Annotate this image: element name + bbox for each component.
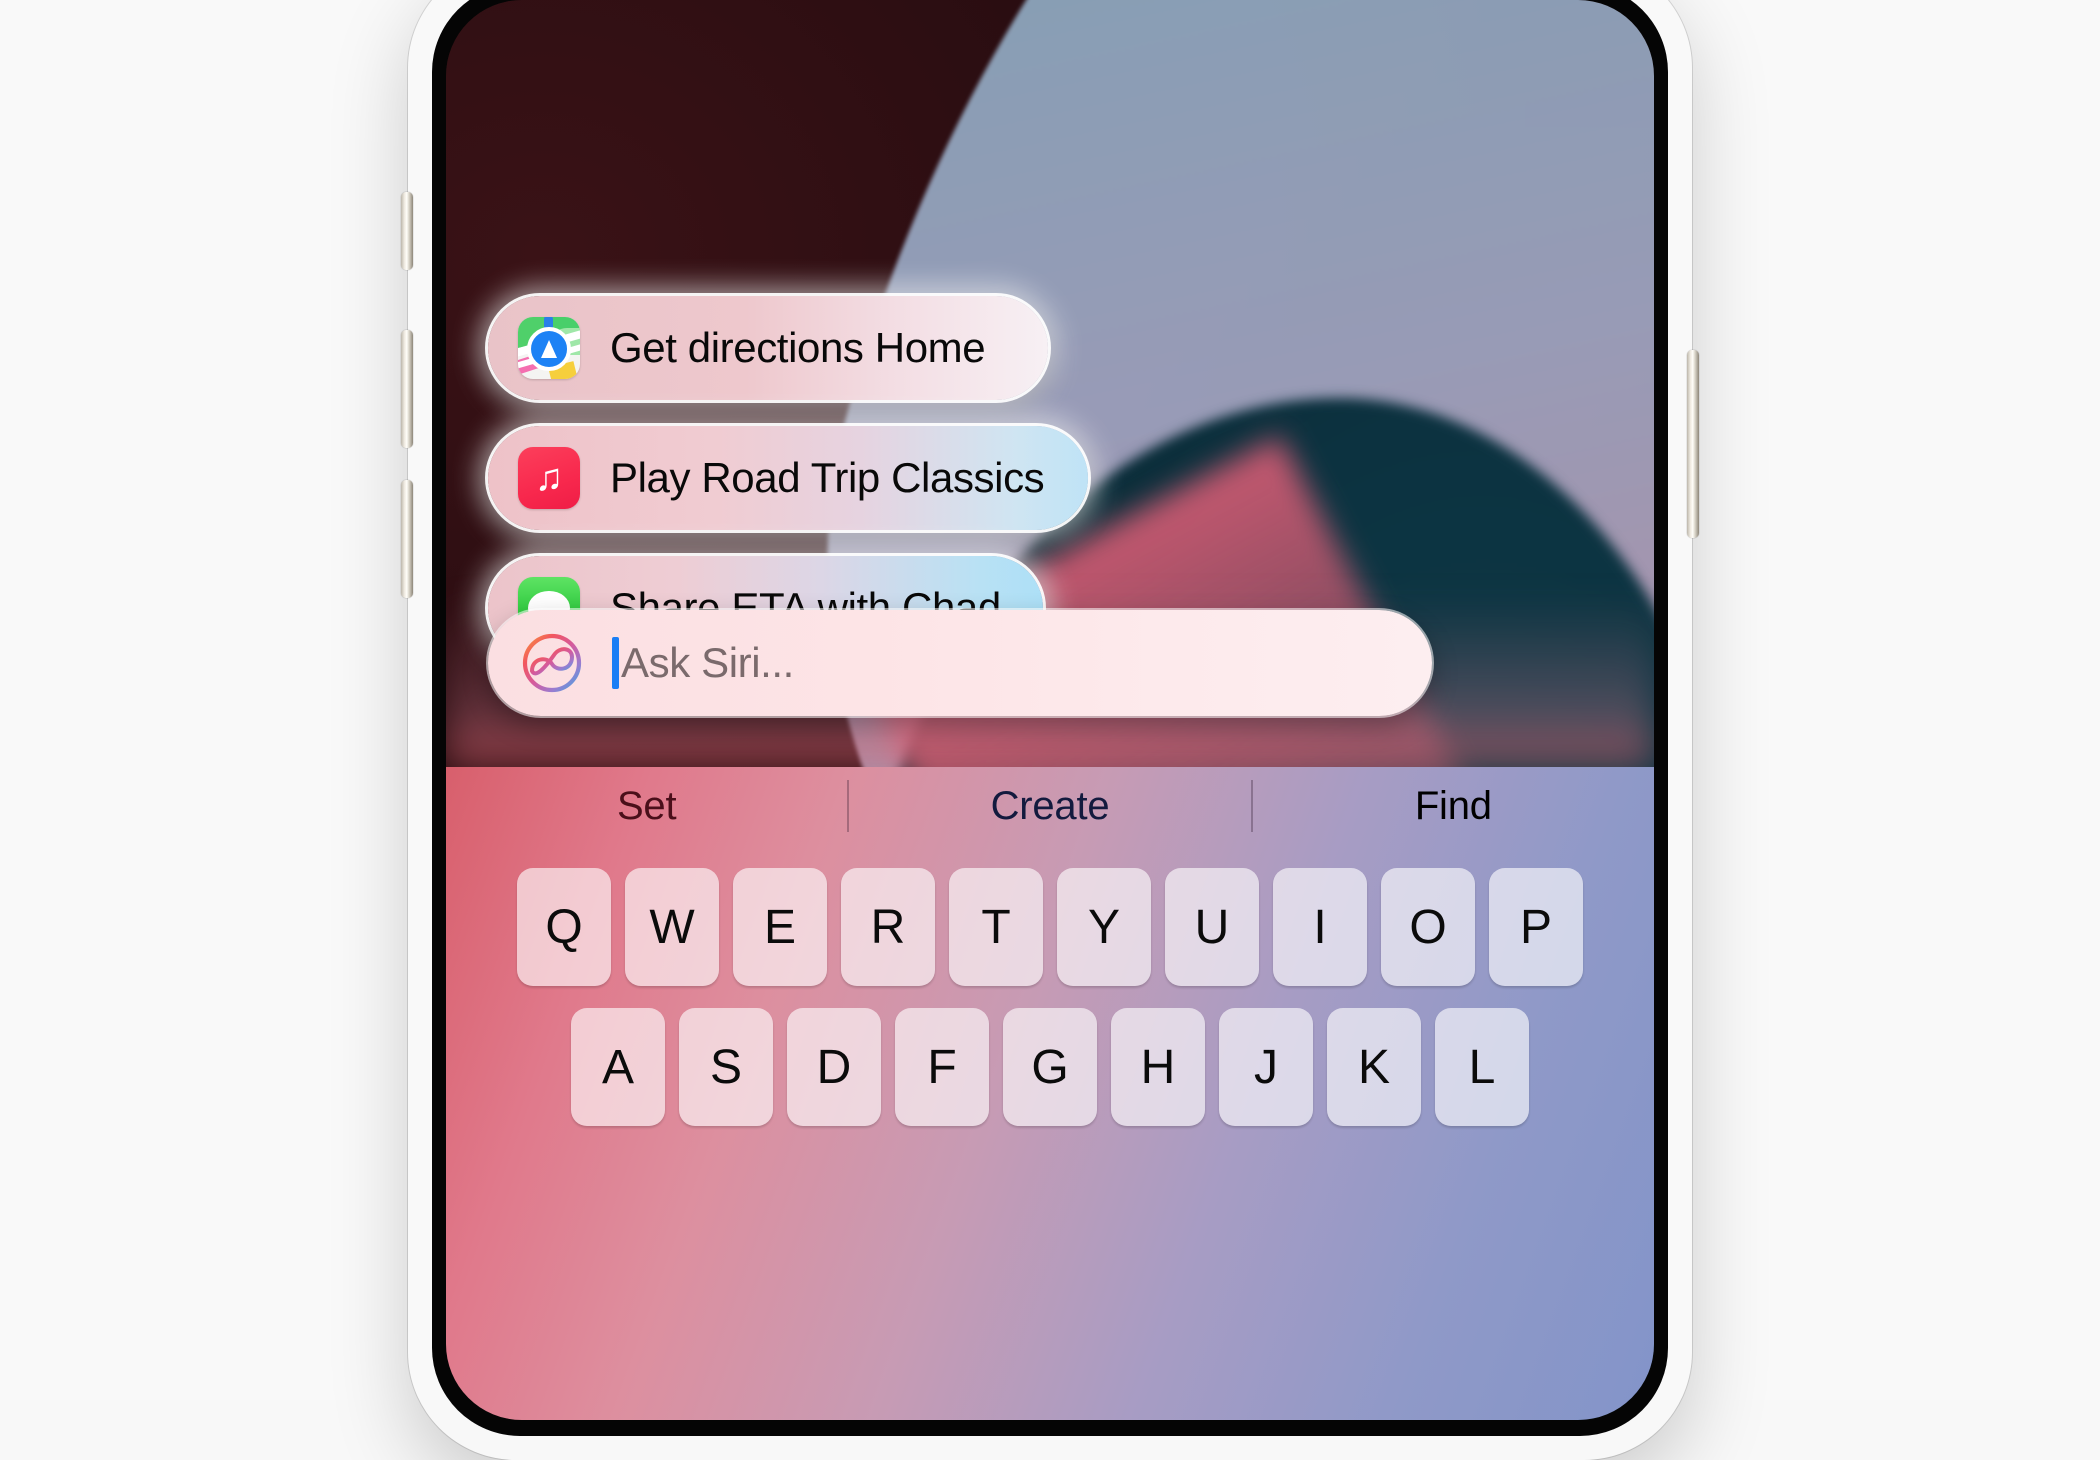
music-icon: ♫: [518, 447, 580, 509]
volume-up-button[interactable]: [401, 330, 413, 448]
key-f[interactable]: F: [895, 1008, 989, 1126]
suggestion-chip-play-road-trip-classics[interactable]: ♫ Play Road Trip Classics: [488, 426, 1088, 530]
key-k[interactable]: K: [1327, 1008, 1421, 1126]
key-o[interactable]: O: [1381, 868, 1475, 986]
key-t[interactable]: T: [949, 868, 1043, 986]
maps-icon: [518, 317, 580, 379]
key-e[interactable]: E: [733, 868, 827, 986]
key-i[interactable]: I: [1273, 868, 1367, 986]
key-j[interactable]: J: [1219, 1008, 1313, 1126]
phone-device-frame: Get directions Home ♫ Play Road Trip Cla…: [401, 0, 1699, 1460]
key-g[interactable]: G: [1003, 1008, 1097, 1126]
suggestion-label: Play Road Trip Classics: [610, 454, 1045, 501]
predictive-text-bar: Set Create Find: [446, 760, 1654, 852]
key-d[interactable]: D: [787, 1008, 881, 1126]
prediction-label: Set: [616, 783, 677, 828]
key-u[interactable]: U: [1165, 868, 1259, 986]
key-y[interactable]: Y: [1057, 868, 1151, 986]
prediction-create[interactable]: Create: [849, 784, 1250, 829]
ask-siri-placeholder: Ask Siri...: [621, 639, 794, 686]
key-a[interactable]: A: [571, 1008, 665, 1126]
prediction-find[interactable]: Find: [1253, 784, 1654, 829]
keyboard-row-top: Q W E R T Y U I O P: [446, 868, 1654, 986]
screenshot-canvas: Get directions Home ♫ Play Road Trip Cla…: [0, 0, 2100, 1436]
key-q[interactable]: Q: [517, 868, 611, 986]
volume-down-button[interactable]: [401, 480, 413, 598]
key-l[interactable]: L: [1435, 1008, 1529, 1126]
power-button[interactable]: [1687, 350, 1699, 538]
key-r[interactable]: R: [841, 868, 935, 986]
suggestion-label: Get directions Home: [610, 324, 986, 371]
key-h[interactable]: H: [1111, 1008, 1205, 1126]
onscreen-keyboard: Q W E R T Y U I O P A S D F G H J K L: [446, 852, 1654, 1420]
key-p[interactable]: P: [1489, 868, 1583, 986]
keyboard-row-home: A S D F G H J K L: [446, 1008, 1654, 1126]
key-s[interactable]: S: [679, 1008, 773, 1126]
action-button[interactable]: [401, 192, 413, 270]
text-cursor: [612, 637, 619, 689]
prediction-label: Find: [1414, 783, 1492, 828]
prediction-set[interactable]: Set: [446, 784, 847, 829]
phone-screen: Get directions Home ♫ Play Road Trip Cla…: [446, 0, 1654, 1420]
suggestion-chip-directions-home[interactable]: Get directions Home: [488, 296, 1048, 400]
key-w[interactable]: W: [625, 868, 719, 986]
ask-siri-input[interactable]: Ask Siri...: [488, 610, 1432, 716]
siri-orb-icon: [522, 633, 582, 693]
prediction-label: Create: [990, 783, 1110, 828]
phone-bezel: Get directions Home ♫ Play Road Trip Cla…: [432, 0, 1668, 1436]
